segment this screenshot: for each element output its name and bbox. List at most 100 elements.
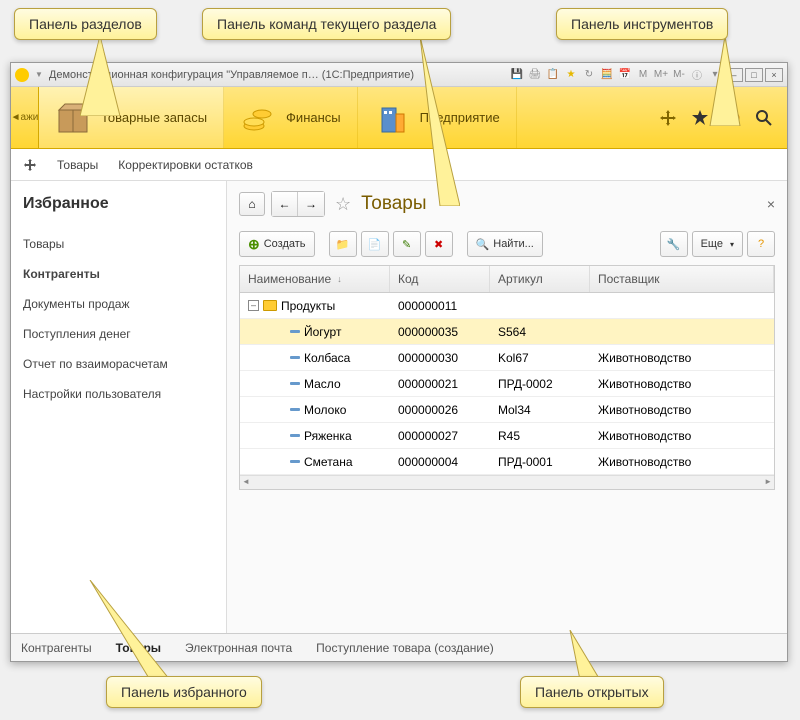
callout-open: Панель открытых <box>520 676 664 708</box>
fav-item[interactable]: Контрагенты <box>23 259 214 289</box>
cell-supplier: Животноводство <box>590 373 774 395</box>
more-button[interactable]: Еще▾ <box>692 231 743 257</box>
cell-article: ПРД-0002 <box>490 373 590 395</box>
m-minus-icon[interactable]: M- <box>671 67 687 83</box>
move-icon[interactable] <box>659 109 677 127</box>
app-logo-icon <box>15 68 29 82</box>
command-item[interactable]: Корректировки остатков <box>118 158 253 172</box>
folder-icon <box>263 300 277 311</box>
cell-supplier: Животноводство <box>590 451 774 473</box>
favorite-icon[interactable]: ★ <box>563 67 579 83</box>
col-article[interactable]: Артикул <box>490 266 590 292</box>
cell-name: Масло <box>304 377 341 391</box>
save-icon[interactable]: 💾 <box>509 67 525 83</box>
fav-item[interactable]: Товары <box>23 229 214 259</box>
favorites-title: Избранное <box>23 195 214 213</box>
callout-tools: Панель инструментов <box>556 8 728 40</box>
cell-code: 000000027 <box>390 425 490 447</box>
calendar-icon[interactable]: 📅 <box>617 67 633 83</box>
callout-sections: Панель разделов <box>14 8 157 40</box>
content-toolbar: ⊕Создать 📁 📄 ✎ ✖ 🔍Найти... 🔧 Еще▾ ? <box>239 231 775 257</box>
callout-commands: Панель команд текущего раздела <box>202 8 451 40</box>
move-small-icon[interactable] <box>23 158 37 172</box>
print-icon[interactable]: 🖨 <box>527 67 543 83</box>
cell-code: 000000021 <box>390 373 490 395</box>
table-row[interactable]: Колбаса 000000030Kol67Животноводство <box>240 345 774 371</box>
create-button[interactable]: ⊕Создать <box>239 231 315 257</box>
cell-name: Продукты <box>281 299 335 313</box>
fav-star-icon[interactable]: ☆ <box>335 194 351 215</box>
col-supplier[interactable]: Поставщик <box>590 266 774 292</box>
col-name[interactable]: Наименование↓ <box>240 266 390 292</box>
find-button[interactable]: 🔍Найти... <box>467 231 543 257</box>
section-label: Финансы <box>286 110 341 125</box>
section-inventory[interactable]: Товарные запасы <box>39 87 224 148</box>
back-button[interactable]: ← <box>272 192 298 216</box>
m-plus-icon[interactable]: M+ <box>653 67 669 83</box>
favorites-panel: Избранное Товары Контрагенты Документы п… <box>11 181 227 633</box>
table-header: Наименование↓ Код Артикул Поставщик <box>240 266 774 293</box>
open-item[interactable]: Поступление товара (создание) <box>316 641 494 655</box>
cell-article: Mol34 <box>490 399 590 421</box>
table-row[interactable]: – Продукты 000000011 <box>240 293 774 319</box>
cell-name: Йогурт <box>304 325 341 339</box>
col-code[interactable]: Код <box>390 266 490 292</box>
delete-button[interactable]: ✖ <box>425 231 453 257</box>
fav-item[interactable]: Поступления денег <box>23 319 214 349</box>
command-item[interactable]: Товары <box>57 158 98 172</box>
fav-item[interactable]: Настройки пользователя <box>23 379 214 409</box>
cell-code: 000000030 <box>390 347 490 369</box>
cell-article: ПРД-0001 <box>490 451 590 473</box>
cell-article: R45 <box>490 425 590 447</box>
cell-code: 000000011 <box>390 295 490 317</box>
open-item[interactable]: Электронная почта <box>185 641 292 655</box>
close-button[interactable]: × <box>765 68 783 82</box>
cell-name: Колбаса <box>304 351 350 365</box>
sections-back[interactable]: ◄ ажи <box>11 87 39 148</box>
create-group-button[interactable]: 📁 <box>329 231 357 257</box>
collapse-icon[interactable]: – <box>248 300 259 311</box>
cell-code: 000000035 <box>390 321 490 343</box>
cell-name: Ряженка <box>304 429 352 443</box>
fav-item[interactable]: Документы продаж <box>23 289 214 319</box>
dropdown-icon[interactable]: ▼ <box>35 70 43 79</box>
item-icon <box>290 434 300 437</box>
item-icon <box>290 330 300 333</box>
callout-favorites: Панель избранного <box>106 676 262 708</box>
content-area: ⌂ ← → ☆ Товары × ⊕Создать 📁 📄 ✎ ✖ 🔍Найти… <box>227 181 787 633</box>
copy-icon[interactable]: 📋 <box>545 67 561 83</box>
table-row[interactable]: Масло 000000021ПРД-0002Животноводство <box>240 371 774 397</box>
edit-button[interactable]: ✎ <box>393 231 421 257</box>
cell-supplier: Животноводство <box>590 347 774 369</box>
fav-item[interactable]: Отчет по взаиморасчетам <box>23 349 214 379</box>
table-row[interactable]: Сметана000000004ПРД-0001Животноводство <box>240 449 774 475</box>
forward-button[interactable]: → <box>298 192 324 216</box>
cell-supplier <box>590 328 774 336</box>
item-icon <box>290 408 300 411</box>
item-icon <box>290 356 300 359</box>
cell-name: Молоко <box>304 403 346 417</box>
cell-supplier <box>590 302 774 310</box>
cell-code: 000000004 <box>390 451 490 473</box>
goods-table: Наименование↓ Код Артикул Поставщик – Про… <box>239 265 775 490</box>
close-content-button[interactable]: × <box>767 196 775 212</box>
m-icon[interactable]: M <box>635 67 651 83</box>
table-row[interactable]: Молоко000000026Mol34Животноводство <box>240 397 774 423</box>
search-icon[interactable] <box>755 109 773 127</box>
coins-icon <box>240 100 276 136</box>
h-scrollbar[interactable] <box>240 475 774 489</box>
cell-article: S564 <box>490 321 590 343</box>
cell-article: Kol67 <box>490 347 590 369</box>
calc-icon[interactable]: 🧮 <box>599 67 615 83</box>
section-finance[interactable]: Финансы <box>224 87 358 148</box>
item-icon <box>290 382 300 385</box>
table-row[interactable]: Йогурт 000000035S564 <box>240 319 774 345</box>
item-icon <box>290 460 300 463</box>
history-icon[interactable]: ↻ <box>581 67 597 83</box>
help-button[interactable]: ? <box>747 231 775 257</box>
settings-button[interactable]: 🔧 <box>660 231 688 257</box>
cell-article <box>490 302 590 310</box>
table-row[interactable]: Ряженка000000027R45Животноводство <box>240 423 774 449</box>
copy-button[interactable]: 📄 <box>361 231 389 257</box>
home-button[interactable]: ⌂ <box>239 192 265 216</box>
